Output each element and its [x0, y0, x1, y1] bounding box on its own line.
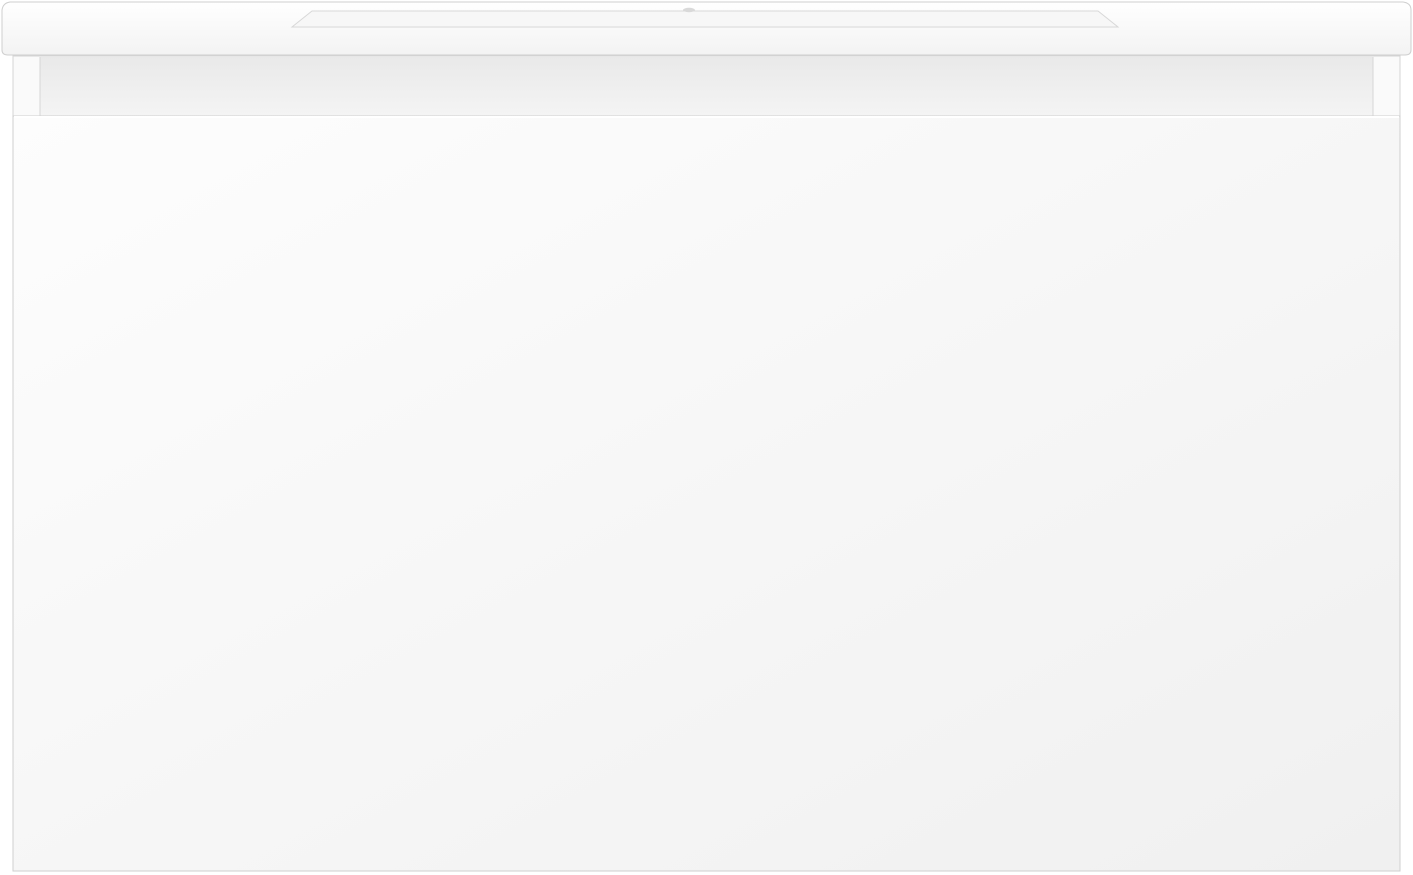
- basin-bowl: [290, 10, 1120, 28]
- vanity-illustration: [1, 1, 1412, 872]
- tap-hole-icon: [683, 7, 695, 13]
- product-photo: [0, 0, 1413, 875]
- handle-recess: [40, 57, 1373, 116]
- cabinet-carcass: [12, 55, 1401, 117]
- drawer-front: [12, 115, 1401, 872]
- basin-top: [1, 1, 1412, 56]
